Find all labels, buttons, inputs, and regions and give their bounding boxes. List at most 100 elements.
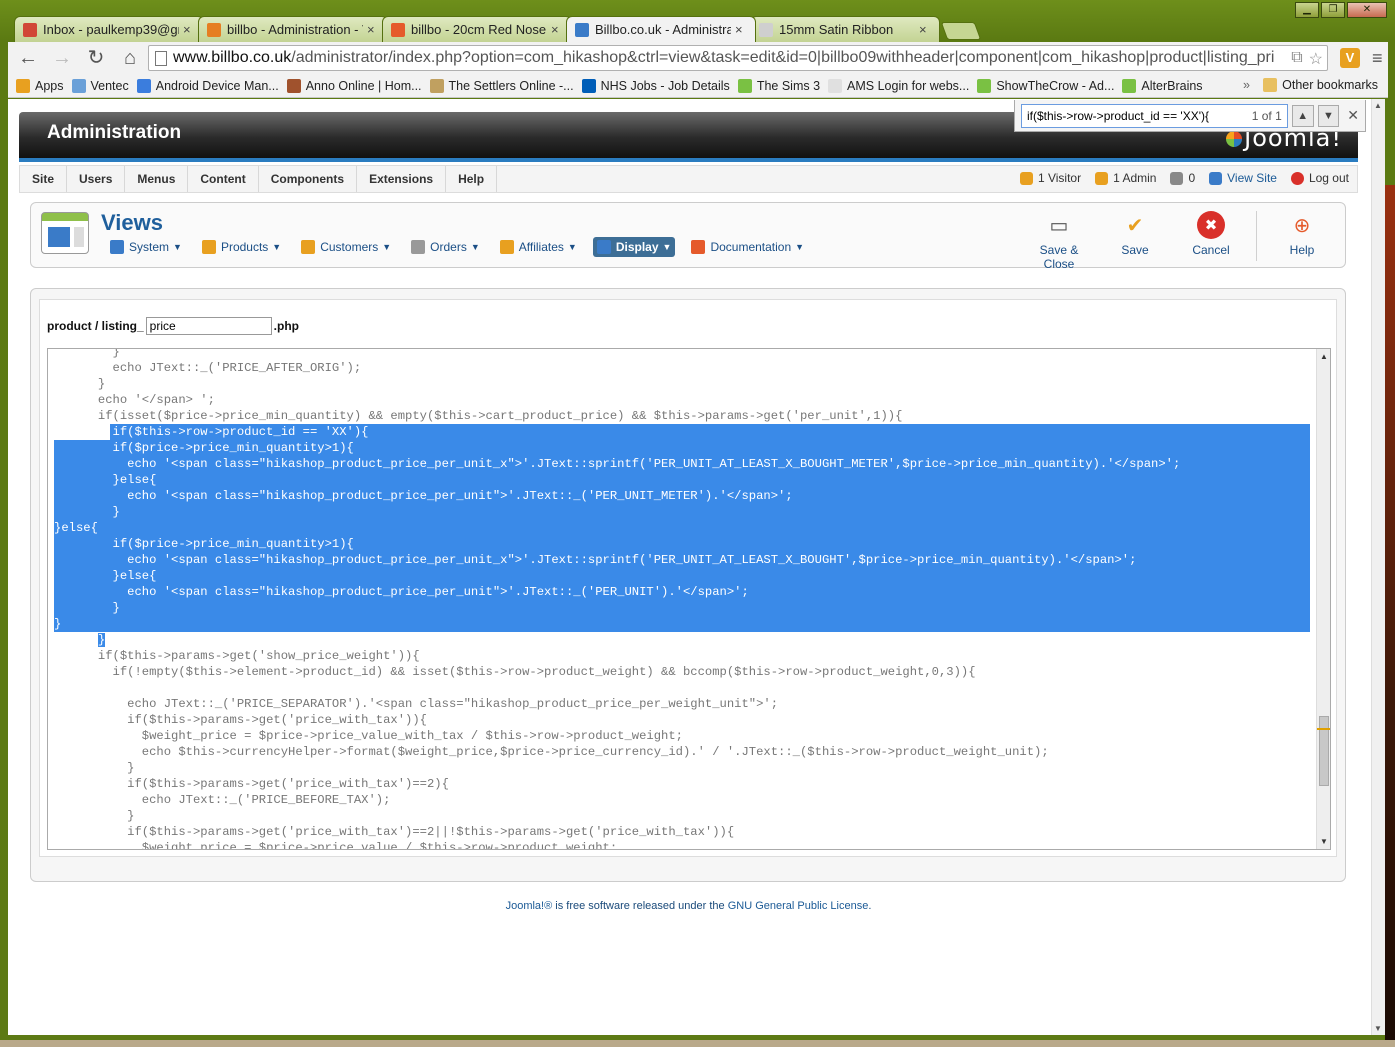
- status-icon: [1209, 171, 1223, 185]
- find-input[interactable]: if($this->row->product_id == 'XX'){ 1 of…: [1021, 103, 1288, 128]
- close-window-icon[interactable]: ✕: [1347, 2, 1387, 18]
- file-prefix: product / listing_: [47, 319, 144, 333]
- minimize-icon[interactable]: ▁: [1295, 2, 1319, 18]
- bookmark-item[interactable]: AMS Login for webs...: [828, 78, 970, 93]
- bookmark-item[interactable]: NHS Jobs - Job Details: [581, 78, 730, 93]
- code-line: echo JText::_('PRICE_SEPARATOR').'<span …: [54, 697, 779, 711]
- code-line: if($this->params->get('price_with_tax')=…: [54, 825, 735, 839]
- admin-menu-menus[interactable]: Menus: [125, 166, 189, 192]
- url-host: www.billbo.co.uk: [173, 49, 292, 66]
- file-name-input[interactable]: [145, 317, 272, 335]
- find-previous-icon[interactable]: ▲: [1291, 104, 1314, 127]
- maximize-icon[interactable]: ❐: [1321, 2, 1345, 18]
- editor-panel: product / listing_ .php } echo JText::_(…: [39, 299, 1337, 857]
- toolbar-label: Help: [1289, 243, 1315, 257]
- code-line: }: [54, 600, 1310, 616]
- bookmark-item[interactable]: Android Device Man...: [136, 78, 279, 93]
- browser-tab[interactable]: billbo - Administration - Vi ×: [198, 16, 388, 42]
- license-link[interactable]: GNU General Public License: [728, 900, 869, 912]
- scroll-down-icon[interactable]: ▼: [1320, 837, 1328, 846]
- bookmark-label: The Sims 3: [756, 78, 821, 93]
- submenu-icon: [201, 240, 216, 254]
- bookmark-label: AMS Login for webs...: [847, 78, 970, 93]
- help-button[interactable]: ⊕ Help: [1269, 211, 1335, 271]
- address-bar[interactable]: www.billbo.co.uk/administrator/index.php…: [148, 45, 1328, 71]
- admin-menu-help[interactable]: Help: [446, 166, 498, 192]
- code-editor[interactable]: } echo JText::_('PRICE_AFTER_ORIG'); } e…: [47, 348, 1331, 850]
- admin-menu-users[interactable]: Users: [67, 166, 126, 192]
- back-icon[interactable]: ←: [14, 44, 42, 72]
- chevron-down-icon: ▼: [382, 242, 392, 252]
- url-path: /administrator/index.php?option=com_hika…: [291, 49, 1275, 66]
- bookmark-item[interactable]: ShowTheCrow - Ad...: [977, 78, 1114, 93]
- cancel-button[interactable]: ✖ Cancel: [1178, 211, 1244, 271]
- bookmark-item[interactable]: AlterBrains: [1122, 78, 1203, 93]
- bookmark-favicon-icon: [429, 78, 444, 93]
- tab-strip: Inbox - paulkemp39@gmail.com×billbo - Ad…: [14, 16, 982, 42]
- admin-menu-content[interactable]: Content: [188, 166, 259, 192]
- browser-tab[interactable]: billbo - 20cm Red Nose Be ×: [382, 16, 572, 42]
- omnibox-icons: ⧉ ☆: [1291, 49, 1323, 69]
- bookmark-star-icon[interactable]: ☆: [1309, 49, 1323, 69]
- code-line: }: [54, 761, 135, 775]
- code-scroll-thumb[interactable]: [1319, 716, 1329, 786]
- reload-icon[interactable]: ↻: [82, 44, 110, 72]
- forward-icon[interactable]: →: [48, 44, 76, 72]
- bookmark-item[interactable]: Apps: [16, 78, 64, 93]
- extension-icon[interactable]: V: [1340, 48, 1360, 68]
- bookmark-item[interactable]: Ventec: [71, 78, 129, 93]
- footer-brand-link[interactable]: Joomla!®: [506, 900, 553, 912]
- admin-menu-extensions[interactable]: Extensions: [357, 166, 447, 192]
- code-selected-text: }: [97, 633, 106, 647]
- submenu-system[interactable]: System ▼: [106, 237, 186, 257]
- status-item[interactable]: View Site: [1209, 171, 1277, 185]
- submenu-affiliates[interactable]: Affiliates ▼: [496, 237, 581, 257]
- browser-tab[interactable]: 15mm Satin Ribbon ×: [750, 16, 940, 42]
- admin-menu-site[interactable]: Site: [20, 166, 68, 192]
- toolbar-label: Save: [1121, 243, 1149, 257]
- submenu-orders[interactable]: Orders ▼: [407, 237, 484, 257]
- submenu-label: Orders: [430, 240, 467, 254]
- code-scrollbar[interactable]: ▲ ▼: [1316, 349, 1330, 849]
- other-bookmarks[interactable]: Other bookmarks: [1263, 78, 1378, 92]
- submenu-display[interactable]: Display ▼: [592, 237, 676, 257]
- submenu-products[interactable]: Products ▼: [198, 237, 285, 257]
- file-suffix: .php: [273, 319, 299, 333]
- admin-menu-components[interactable]: Components: [259, 166, 358, 192]
- page-scroll-up-icon[interactable]: ▲: [1374, 101, 1382, 110]
- tab-close-icon[interactable]: ×: [183, 22, 195, 37]
- submenu-documentation[interactable]: Documentation ▼: [687, 237, 808, 257]
- new-tab-button[interactable]: [940, 22, 982, 40]
- bookmark-favicon-icon: [581, 78, 596, 93]
- status-item[interactable]: Log out: [1290, 171, 1349, 185]
- browser-window: ▁ ❐ ✕ Inbox - paulkemp39@gmail.com×billb…: [0, 0, 1395, 1047]
- bookmark-item[interactable]: The Settlers Online -...: [429, 78, 574, 93]
- page-scrollbar[interactable]: ▲ ▼: [1371, 99, 1385, 1035]
- browser-tab[interactable]: Inbox - paulkemp39@gmail.com ×: [14, 16, 204, 42]
- home-icon[interactable]: ⌂: [116, 44, 144, 72]
- tab-close-icon[interactable]: ×: [735, 22, 747, 37]
- bookmarks-overflow-icon[interactable]: »: [1243, 78, 1250, 92]
- chevron-down-icon: ▼: [470, 242, 480, 252]
- tab-close-icon[interactable]: ×: [367, 22, 379, 37]
- copy-icon[interactable]: ⧉: [1291, 49, 1302, 69]
- save-button[interactable]: ✔ Save: [1102, 211, 1168, 271]
- find-match-marker: [1317, 728, 1330, 730]
- bookmark-item[interactable]: Anno Online | Hom...: [286, 78, 422, 93]
- submenu-label: Customers: [320, 240, 379, 254]
- page-scroll-down-icon[interactable]: ▼: [1374, 1024, 1382, 1033]
- submenu-icon: [411, 240, 426, 254]
- tab-close-icon[interactable]: ×: [551, 22, 563, 37]
- chrome-menu-icon[interactable]: ≡: [1372, 48, 1383, 69]
- bookmark-favicon-icon: [16, 78, 30, 93]
- bookmark-item[interactable]: The Sims 3: [737, 78, 821, 93]
- tab-close-icon[interactable]: ×: [919, 22, 931, 37]
- find-next-icon[interactable]: ▼: [1317, 104, 1340, 127]
- bookmark-label: Apps: [35, 78, 64, 93]
- submenu-customers[interactable]: Customers ▼: [297, 237, 395, 257]
- scroll-up-icon[interactable]: ▲: [1320, 352, 1328, 361]
- find-close-icon[interactable]: ✕: [1347, 107, 1359, 124]
- views-icon: [41, 212, 89, 254]
- save-close-button[interactable]: ▭ Save & Close: [1026, 211, 1092, 272]
- browser-tab[interactable]: Billbo.co.uk - Administrati ×: [566, 16, 756, 42]
